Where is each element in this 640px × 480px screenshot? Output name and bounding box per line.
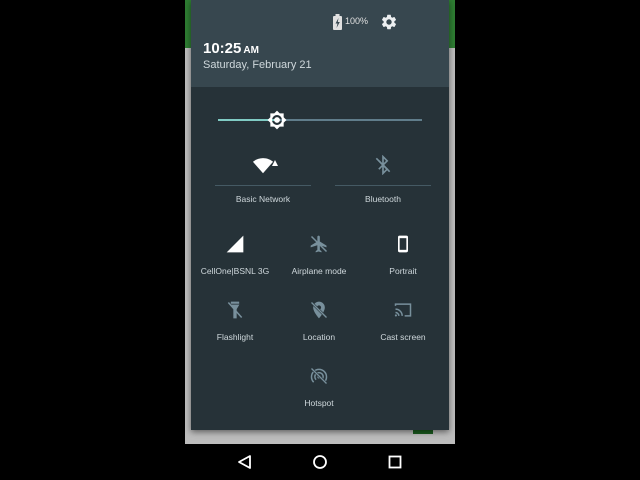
- quick-settings-header: 100% 10:25 AM Saturday, February 21: [191, 0, 449, 87]
- clock[interactable]: 10:25 AM: [203, 40, 259, 57]
- tile-cellular-label: CellOne|BSNL 3G: [200, 266, 270, 276]
- gear-icon[interactable]: [380, 13, 398, 31]
- navigation-bar: [185, 444, 455, 480]
- tile-bluetooth[interactable]: Bluetooth: [329, 150, 437, 212]
- location-off-icon: [310, 301, 328, 319]
- tile-airplane-label: Airplane mode: [291, 266, 347, 276]
- battery-charging-icon: [333, 14, 342, 30]
- tile-cast[interactable]: Cast screen: [361, 296, 445, 346]
- quick-settings-panel: 100% 10:25 AM Saturday, February 21 Basi…: [191, 0, 449, 430]
- clock-ampm: AM: [243, 45, 259, 56]
- tile-airplane[interactable]: Airplane mode: [277, 230, 361, 280]
- tile-rotation[interactable]: Portrait: [361, 230, 445, 280]
- tile-location-label: Location: [302, 332, 336, 342]
- tile-wifi[interactable]: Basic Network: [209, 150, 317, 212]
- tile-cellular[interactable]: CellOne|BSNL 3G: [193, 230, 277, 280]
- tile-flashlight-label: Flashlight: [216, 332, 254, 342]
- tile-wifi-underline: [215, 185, 311, 186]
- recents-icon[interactable]: [385, 452, 405, 472]
- portrait-icon: [398, 235, 408, 253]
- flashlight-icon: [227, 301, 243, 319]
- battery-percent: 100%: [345, 16, 369, 26]
- hotspot-off-icon: [310, 367, 328, 385]
- airplane-icon: [310, 235, 328, 253]
- bluetooth-off-icon: [375, 155, 391, 175]
- brightness-icon[interactable]: [267, 110, 287, 130]
- back-icon[interactable]: [235, 452, 255, 472]
- tile-hotspot[interactable]: Hotspot: [277, 362, 361, 412]
- tile-location[interactable]: Location: [277, 296, 361, 346]
- tile-rotation-label: Portrait: [389, 266, 417, 276]
- tile-bluetooth-underline: [335, 185, 431, 186]
- tile-bluetooth-label: Bluetooth: [365, 194, 401, 204]
- cast-icon: [394, 303, 412, 317]
- tile-cast-label: Cast screen: [380, 332, 426, 342]
- cell-signal-icon: [226, 235, 244, 253]
- tile-wifi-label: Basic Network: [235, 194, 291, 204]
- wifi-activity-icon: [272, 160, 278, 166]
- tile-flashlight[interactable]: Flashlight: [193, 296, 277, 346]
- phone-screen: 100% 10:25 AM Saturday, February 21 Basi…: [185, 0, 455, 444]
- date-text[interactable]: Saturday, February 21: [203, 59, 312, 71]
- tile-hotspot-label: Hotspot: [304, 398, 334, 408]
- home-icon[interactable]: [310, 452, 330, 472]
- brightness-slider[interactable]: [218, 108, 422, 132]
- clock-time: 10:25: [203, 40, 242, 57]
